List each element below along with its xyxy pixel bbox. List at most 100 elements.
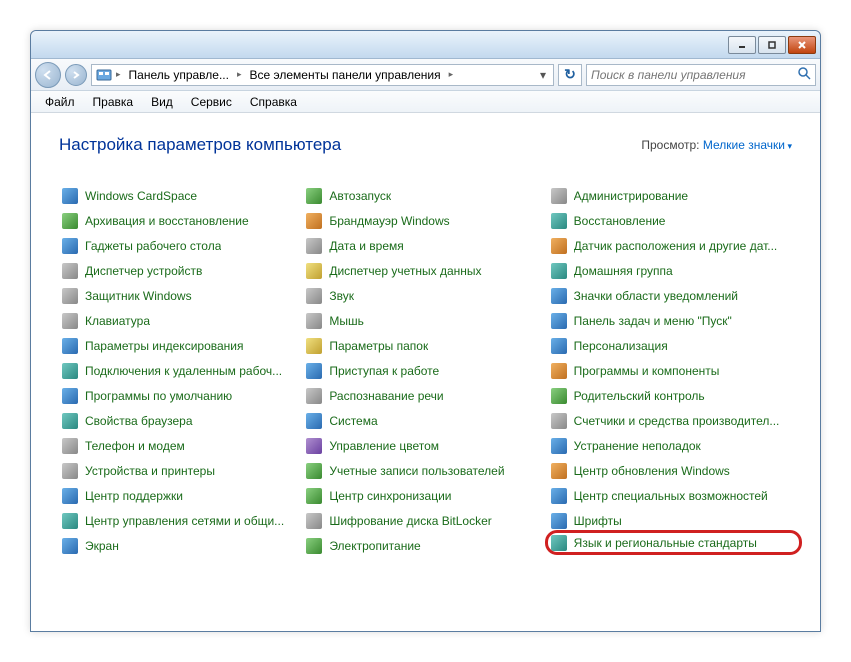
autoplay-icon — [305, 187, 323, 205]
item-bitlocker[interactable]: Шифрование диска BitLocker — [303, 508, 547, 533]
item-homegroup[interactable]: Домашняя группа — [548, 258, 792, 283]
item-cardspace[interactable]: Windows CardSpace — [59, 183, 303, 208]
location-icon — [550, 237, 568, 255]
mouse-icon — [305, 312, 323, 330]
item-speech[interactable]: Распознавание речи — [303, 383, 547, 408]
item-region-language[interactable]: Язык и региональные стандарты — [545, 530, 802, 555]
fonts-icon — [550, 512, 568, 530]
network-icon — [61, 512, 79, 530]
item-defender[interactable]: Защитник Windows — [59, 283, 303, 308]
item-troubleshoot[interactable]: Устранение неполадок — [548, 433, 792, 458]
item-firewall[interactable]: Брандмауэр Windows — [303, 208, 547, 233]
chevron-right-icon: ▸ — [114, 69, 123, 80]
arrow-left-icon — [42, 69, 54, 81]
perf-icon — [550, 412, 568, 430]
close-button[interactable] — [788, 36, 816, 54]
control-panel-icon — [96, 67, 112, 83]
item-sound[interactable]: Звук — [303, 283, 547, 308]
chevron-right-icon: ▸ — [447, 69, 456, 80]
item-location[interactable]: Датчик расположения и другие дат... — [548, 233, 792, 258]
item-indexing[interactable]: Параметры индексирования — [59, 333, 303, 358]
back-button[interactable] — [35, 62, 61, 88]
item-sync-center[interactable]: Центр синхронизации — [303, 483, 547, 508]
menu-file[interactable]: Файл — [37, 93, 83, 111]
item-keyboard[interactable]: Клавиатура — [59, 308, 303, 333]
item-devices-printers[interactable]: Устройства и принтеры — [59, 458, 303, 483]
lock-icon — [305, 512, 323, 530]
item-datetime[interactable]: Дата и время — [303, 233, 547, 258]
address-bar[interactable]: ▸ Панель управле... ▸ Все элементы панел… — [91, 64, 554, 86]
item-default-programs[interactable]: Программы по умолчанию — [59, 383, 303, 408]
header-row: Настройка параметров компьютера Просмотр… — [59, 135, 792, 155]
menu-tools[interactable]: Сервис — [183, 93, 240, 111]
update-icon — [550, 462, 568, 480]
getting-started-icon — [305, 362, 323, 380]
menu-edit[interactable]: Правка — [85, 93, 142, 111]
item-autoplay[interactable]: Автозапуск — [303, 183, 547, 208]
address-dropdown[interactable]: ▾ — [535, 68, 551, 82]
item-windows-update[interactable]: Центр обновления Windows — [548, 458, 792, 483]
content: Настройка параметров компьютера Просмотр… — [31, 113, 820, 631]
maximize-button[interactable] — [758, 36, 786, 54]
item-network[interactable]: Центр управления сетями и общи... — [59, 508, 303, 533]
item-recovery[interactable]: Восстановление — [548, 208, 792, 233]
viewby-value[interactable]: Мелкие значки — [703, 138, 792, 152]
flag-icon — [61, 487, 79, 505]
item-action-center[interactable]: Центр поддержки — [59, 483, 303, 508]
phone-icon — [61, 437, 79, 455]
window: ▸ Панель управле... ▸ Все элементы панел… — [30, 30, 821, 632]
item-perf[interactable]: Счетчики и средства производител... — [548, 408, 792, 433]
item-device-manager[interactable]: Диспетчер устройств — [59, 258, 303, 283]
gadgets-icon — [61, 237, 79, 255]
item-color[interactable]: Управление цветом — [303, 433, 547, 458]
forward-button[interactable] — [65, 64, 87, 86]
parental-icon — [550, 387, 568, 405]
item-programs[interactable]: Программы и компоненты — [548, 358, 792, 383]
items-grid: Windows CardSpace Автозапуск Администрир… — [59, 183, 792, 558]
view-by: Просмотр: Мелкие значки — [641, 138, 792, 152]
breadcrumb-segment[interactable]: Все элементы панели управления — [243, 65, 446, 85]
item-getting-started[interactable]: Приступая к работе — [303, 358, 547, 383]
breadcrumb-segment[interactable]: Панель управле... — [123, 65, 235, 85]
item-personalization[interactable]: Персонализация — [548, 333, 792, 358]
users-icon — [305, 462, 323, 480]
search-icon[interactable] — [797, 66, 811, 83]
backup-icon — [61, 212, 79, 230]
folder-icon — [305, 337, 323, 355]
shield-icon — [61, 287, 79, 305]
minimize-icon — [737, 40, 747, 50]
item-mouse[interactable]: Мышь — [303, 308, 547, 333]
globe-icon — [550, 534, 568, 552]
menu-help[interactable]: Справка — [242, 93, 305, 111]
item-credential-manager[interactable]: Диспетчер учетных данных — [303, 258, 547, 283]
item-power[interactable]: Электропитание — [303, 533, 547, 558]
search-input[interactable] — [591, 68, 797, 82]
item-taskbar[interactable]: Панель задач и меню "Пуск" — [548, 308, 792, 333]
menu-view[interactable]: Вид — [143, 93, 181, 111]
search-box[interactable] — [586, 64, 816, 86]
titlebar — [31, 31, 820, 59]
item-phone[interactable]: Телефон и модем — [59, 433, 303, 458]
speech-icon — [305, 387, 323, 405]
credential-icon — [305, 262, 323, 280]
item-user-accounts[interactable]: Учетные записи пользователей — [303, 458, 547, 483]
item-folder-options[interactable]: Параметры папок — [303, 333, 547, 358]
item-ease-of-access[interactable]: Центр специальных возможностей — [548, 483, 792, 508]
homegroup-icon — [550, 262, 568, 280]
minimize-button[interactable] — [728, 36, 756, 54]
refresh-button[interactable]: ↻ — [558, 64, 582, 86]
printer-icon — [61, 462, 79, 480]
item-internet-options[interactable]: Свойства браузера — [59, 408, 303, 433]
item-tray-icons[interactable]: Значки области уведомлений — [548, 283, 792, 308]
item-gadgets[interactable]: Гаджеты рабочего стола — [59, 233, 303, 258]
tray-icon — [550, 287, 568, 305]
internet-icon — [61, 412, 79, 430]
item-remote-desktop[interactable]: Подключения к удаленным рабоч... — [59, 358, 303, 383]
clock-icon — [305, 237, 323, 255]
item-admin-tools[interactable]: Администрирование — [548, 183, 792, 208]
sound-icon — [305, 287, 323, 305]
item-display[interactable]: Экран — [59, 533, 303, 558]
item-backup[interactable]: Архивация и восстановление — [59, 208, 303, 233]
item-system[interactable]: Система — [303, 408, 547, 433]
item-parental[interactable]: Родительский контроль — [548, 383, 792, 408]
